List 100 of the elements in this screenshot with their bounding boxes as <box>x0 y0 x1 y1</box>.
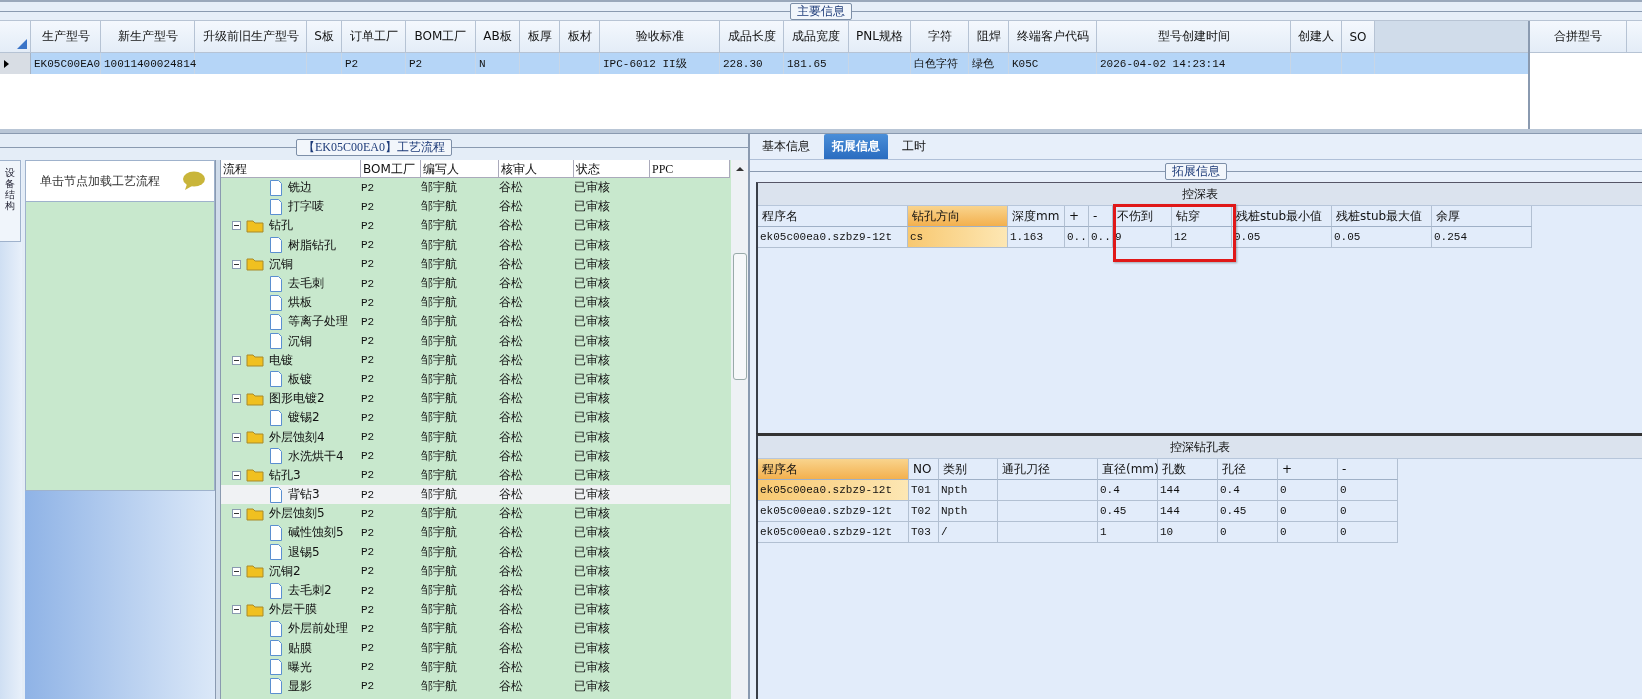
column-header[interactable]: 编写人 <box>421 160 499 178</box>
table-cell-text: 邹宇航 <box>421 351 458 369</box>
tree-cell[interactable]: 电镀 <box>221 350 361 370</box>
tree-cell[interactable]: 外层蚀刻5 <box>221 504 361 524</box>
tree-cell[interactable]: 背钻3 <box>221 485 361 505</box>
column-header[interactable]: 孔数 <box>1158 459 1218 480</box>
collapse-icon[interactable] <box>232 470 241 480</box>
document-icon <box>269 448 283 465</box>
table-cell: ek05c00ea0.szbz9-12t <box>758 501 909 522</box>
table-cell-text: 邹宇航 <box>421 390 458 408</box>
column-header[interactable]: + <box>1065 206 1089 227</box>
tab[interactable]: 拓展信息 <box>824 134 888 159</box>
tree-cell[interactable]: 曝光 <box>221 657 361 677</box>
table-cell-text: 已审核 <box>574 447 611 465</box>
tree-cell[interactable]: 显影 <box>221 676 361 697</box>
document-icon <box>269 198 283 215</box>
document-icon <box>269 409 283 426</box>
table-cell-text: 已审核 <box>574 582 611 600</box>
table-cell-text: 谷松 <box>499 677 524 695</box>
collapse-icon[interactable] <box>232 394 241 404</box>
tree-cell[interactable]: 打字唛 <box>221 197 361 217</box>
column-header[interactable]: PPC <box>650 160 730 178</box>
column-header[interactable]: 状态 <box>574 160 650 178</box>
tree-label: 等离子处理 <box>288 313 348 331</box>
table-title: 控深表 <box>758 183 1642 206</box>
tree-cell[interactable]: 外层干膜 <box>221 600 361 620</box>
tree-label: 曝光 <box>288 658 312 676</box>
column-header[interactable]: 不伤到 <box>1113 206 1172 227</box>
tree-cell[interactable]: 等离子处理 <box>221 312 361 332</box>
scrollbar[interactable] <box>731 160 748 699</box>
side-tab[interactable]: 设备结构 <box>0 160 21 242</box>
tree-cell[interactable]: 板镀 <box>221 369 361 390</box>
table-cell-text: 谷松 <box>499 313 524 331</box>
tree-cell[interactable]: 沉铜2 <box>221 561 361 581</box>
column-header[interactable]: 通孔刀径 <box>998 459 1098 480</box>
table-cell-text: P2 <box>361 199 376 215</box>
column-header[interactable]: 钻穿 <box>1172 206 1232 227</box>
tree-cell[interactable]: 贴膜 <box>221 638 361 658</box>
scrollbar-thumb[interactable] <box>732 253 747 380</box>
table-cell-text: 谷松 <box>499 620 524 638</box>
table-cell: T02 <box>909 501 939 522</box>
table-cell: 白色字符 <box>911 53 969 74</box>
column-header[interactable]: 核审人 <box>499 160 574 178</box>
table-cell-text: 邹宇航 <box>421 313 458 331</box>
table-cell-text: 邹宇航 <box>421 409 458 427</box>
collapse-icon[interactable] <box>232 605 241 615</box>
column-header[interactable]: 残桩stub最小值 <box>1232 206 1332 227</box>
tree-cell[interactable]: 沉铜 <box>221 254 361 274</box>
table-cell-text: 已审核 <box>574 639 611 657</box>
tree-cell[interactable]: 烘板 <box>221 293 361 313</box>
column-header[interactable]: 残桩stub最大值 <box>1332 206 1432 227</box>
folder-icon <box>246 218 264 233</box>
column-header[interactable]: 程序名 <box>758 459 909 480</box>
column-header[interactable]: 深度mm <box>1008 206 1065 227</box>
collapse-icon[interactable] <box>232 355 241 365</box>
tree-cell[interactable]: 沉铜 <box>221 331 361 351</box>
tree-cell[interactable]: 钻孔3 <box>221 465 361 485</box>
column-header[interactable]: 流程 <box>221 160 361 178</box>
column-header[interactable]: 孔径 <box>1218 459 1278 480</box>
corner-triangle-icon[interactable] <box>17 39 27 49</box>
document-icon <box>269 313 283 330</box>
tree-cell[interactable]: 树脂钻孔 <box>221 235 361 255</box>
column-header[interactable]: 类别 <box>939 459 998 480</box>
tree-cell[interactable]: 去毛刺 <box>221 273 361 294</box>
table-cell-text: P2 <box>361 525 376 541</box>
column-header[interactable]: 直径(mm) <box>1098 459 1158 480</box>
tree-cell[interactable]: 碱性蚀刻5 <box>221 523 361 543</box>
tab[interactable]: 基本信息 <box>754 134 818 159</box>
collapse-icon[interactable] <box>232 259 241 269</box>
column-header[interactable]: 钻孔方向 <box>908 206 1008 227</box>
column-header[interactable]: - <box>1089 206 1113 227</box>
table-cell-text: 谷松 <box>499 294 524 312</box>
tree-cell[interactable]: 图形电镀2 <box>221 389 361 409</box>
column-header[interactable]: + <box>1278 459 1338 480</box>
tree-label: 显影 <box>288 677 312 695</box>
table-cell-text: 邹宇航 <box>421 582 458 600</box>
column-header[interactable]: 余厚 <box>1432 206 1532 227</box>
table-cell-text: 谷松 <box>499 543 524 561</box>
collapse-icon[interactable] <box>232 221 241 231</box>
collapse-icon[interactable] <box>232 509 241 519</box>
table-row[interactable]: EK05C00EA0 10011400024814 P2 P2 N IPC-6012 II级 228.30 181.65 白色字符 绿色 K05C 2026-04-02 14:23:14 <box>0 53 1528 74</box>
tree-cell[interactable]: 水洗烘干4 <box>221 446 361 466</box>
table-cell-text: P2 <box>361 506 376 522</box>
speech-bubble-icon <box>182 171 206 191</box>
column-header[interactable]: NO <box>909 459 939 480</box>
column-header[interactable]: - <box>1338 459 1398 480</box>
tree-cell[interactable]: 外层蚀刻4 <box>221 427 361 447</box>
collapse-icon[interactable] <box>232 432 241 442</box>
tree-cell[interactable]: 去毛刺2 <box>221 580 361 601</box>
table-cell: 0 <box>1278 480 1338 501</box>
tree-cell[interactable]: 外层前处理 <box>221 619 361 639</box>
column-header[interactable]: BOM工厂 <box>361 160 421 178</box>
table-cell-text: 邹宇航 <box>421 236 458 254</box>
tree-cell[interactable]: 铣边 <box>221 178 361 198</box>
collapse-icon[interactable] <box>232 566 241 576</box>
tree-cell[interactable]: 退锡5 <box>221 542 361 562</box>
tree-cell[interactable]: 镀锡2 <box>221 408 361 428</box>
tab[interactable]: 工时 <box>894 134 934 159</box>
tree-cell[interactable]: 钻孔 <box>221 216 361 236</box>
tree-label: 碱性蚀刻5 <box>288 524 344 542</box>
